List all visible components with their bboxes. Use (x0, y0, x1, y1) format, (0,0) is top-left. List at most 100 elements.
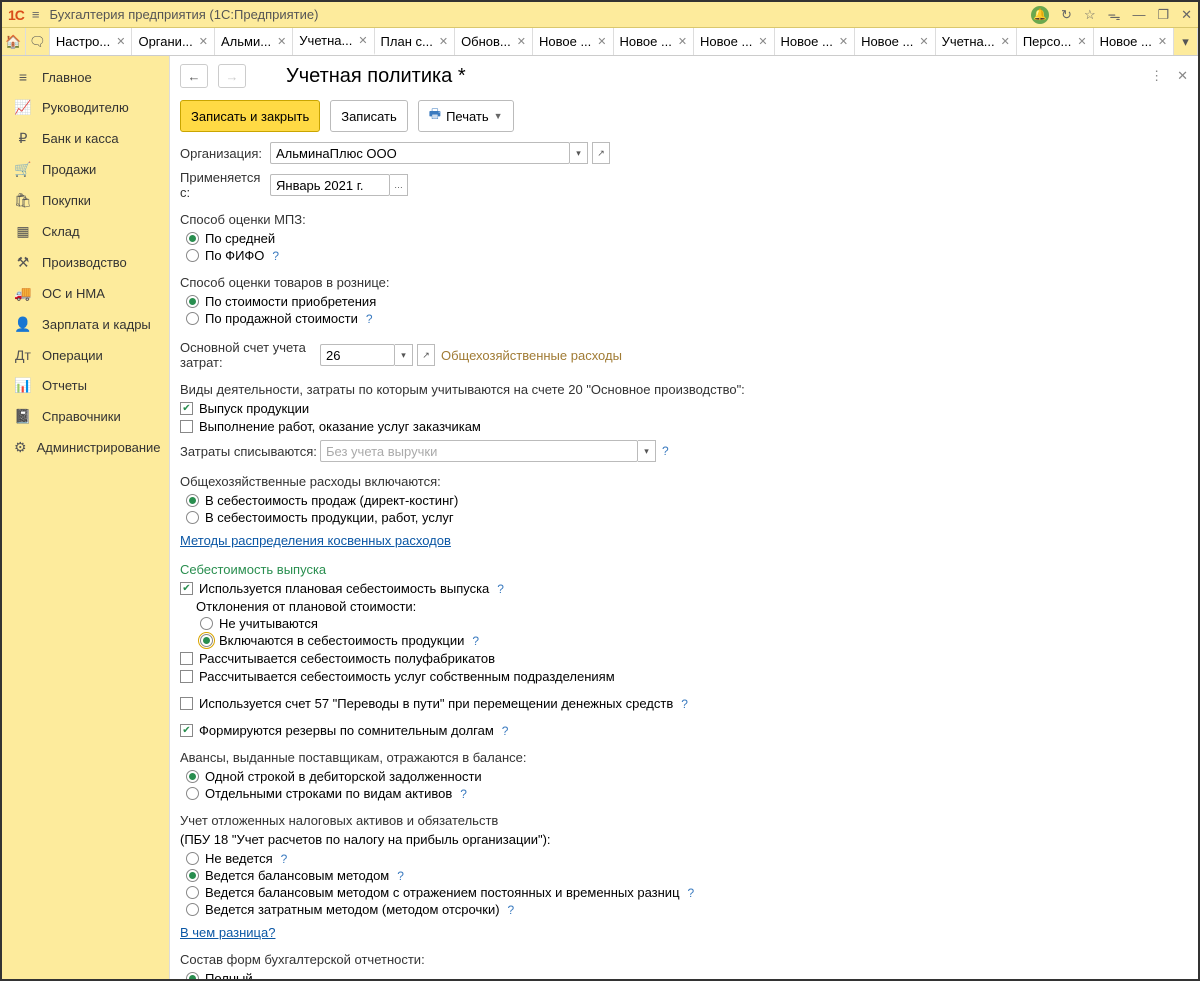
tab-6[interactable]: Новое ...✕ (533, 28, 614, 55)
sidebar-item-7[interactable]: 🚚ОС и НМА (2, 278, 169, 309)
help-icon[interactable]: ? (681, 697, 688, 711)
pbu-baldiff-radio[interactable] (186, 886, 199, 899)
more-icon[interactable]: ⋮ (1150, 68, 1163, 84)
account-input[interactable] (320, 344, 395, 366)
tab-close-icon[interactable]: ✕ (597, 35, 606, 48)
sidebar-item-8[interactable]: 👤Зарплата и кадры (2, 309, 169, 340)
tab-2[interactable]: Альми...✕ (215, 28, 293, 55)
writeoff-dropdown-button[interactable]: ▾ (638, 440, 656, 462)
print-button[interactable]: 🖶Печать▼ (418, 100, 514, 132)
tab-7[interactable]: Новое ...✕ (614, 28, 695, 55)
sidebar-item-2[interactable]: ₽Банк и касса (2, 123, 169, 154)
dev-none-radio[interactable] (200, 617, 213, 630)
organization-input[interactable] (270, 142, 570, 164)
tab-13[interactable]: Новое ...✕ (1094, 28, 1175, 55)
mpz-avg-radio[interactable] (186, 232, 199, 245)
activity-serv-checkbox[interactable] (180, 420, 193, 433)
help-icon[interactable]: ? (397, 869, 404, 883)
forms-full-radio[interactable] (186, 972, 199, 979)
tab-close-icon[interactable]: ✕ (199, 35, 208, 48)
more-tabs[interactable]: ▾ (1174, 28, 1198, 55)
help-icon[interactable]: ? (281, 852, 288, 866)
save-button[interactable]: Записать (330, 100, 408, 132)
close-page-icon[interactable]: ✕ (1177, 68, 1188, 84)
org-open-button[interactable]: ↗ (592, 142, 610, 164)
tab-close-icon[interactable]: ✕ (439, 35, 448, 48)
help-icon[interactable]: ? (662, 444, 669, 458)
tab-close-icon[interactable]: ✕ (116, 35, 125, 48)
star-icon[interactable]: ☆ (1084, 7, 1096, 23)
pbu-cost-radio[interactable] (186, 903, 199, 916)
minimize-icon[interactable]: — (1132, 7, 1145, 22)
tab-close-icon[interactable]: ✕ (1077, 35, 1086, 48)
favorites-tab[interactable]: 🗨 (26, 28, 50, 55)
tab-3[interactable]: Учетна...✕ (293, 28, 374, 55)
dev-incl-radio[interactable] (200, 634, 213, 647)
cost-planned-checkbox[interactable] (180, 582, 193, 595)
sidebar-item-3[interactable]: 🛒Продажи (2, 154, 169, 185)
tab-close-icon[interactable]: ✕ (839, 35, 848, 48)
writeoff-input[interactable] (320, 440, 638, 462)
sidebar-item-12[interactable]: ⚙Администрирование (2, 432, 169, 463)
tab-11[interactable]: Учетна...✕ (936, 28, 1017, 55)
methods-link[interactable]: Методы распределения косвенных расходов (180, 533, 451, 548)
acc57-checkbox[interactable] (180, 697, 193, 710)
help-icon[interactable]: ? (272, 249, 279, 263)
menu-icon[interactable]: ≡ (32, 7, 40, 22)
ohr-direct-radio[interactable] (186, 494, 199, 507)
tab-4[interactable]: План с...✕ (375, 28, 456, 55)
tab-10[interactable]: Новое ...✕ (855, 28, 936, 55)
back-button[interactable]: ← (180, 64, 208, 88)
tab-close-icon[interactable]: ✕ (1158, 35, 1167, 48)
tab-12[interactable]: Персо...✕ (1017, 28, 1094, 55)
help-icon[interactable]: ? (502, 724, 509, 738)
tab-close-icon[interactable]: ✕ (758, 35, 767, 48)
options-icon[interactable]: ᯓ (1108, 6, 1121, 24)
sidebar-item-0[interactable]: ≡Главное (2, 62, 169, 92)
account-open-button[interactable]: ↗ (417, 344, 435, 366)
sidebar-item-4[interactable]: 🛍Покупки (2, 185, 169, 216)
cost-own-checkbox[interactable] (180, 670, 193, 683)
mpz-fifo-radio[interactable] (186, 249, 199, 262)
tab-close-icon[interactable]: ✕ (277, 35, 286, 48)
retail-cost-radio[interactable] (186, 295, 199, 308)
date-picker-button[interactable]: … (390, 174, 408, 196)
pbu-none-radio[interactable] (186, 852, 199, 865)
org-dropdown-button[interactable]: ▾ (570, 142, 588, 164)
account-dropdown-button[interactable]: ▾ (395, 344, 413, 366)
close-icon[interactable]: ✕ (1181, 7, 1192, 23)
date-input[interactable] (270, 174, 390, 196)
sidebar-item-6[interactable]: ⚒Производство (2, 247, 169, 278)
tab-close-icon[interactable]: ✕ (678, 35, 687, 48)
tab-close-icon[interactable]: ✕ (358, 34, 367, 47)
tab-close-icon[interactable]: ✕ (1001, 35, 1010, 48)
tab-1[interactable]: Органи...✕ (132, 28, 215, 55)
ohr-full-radio[interactable] (186, 511, 199, 524)
sidebar-item-11[interactable]: 📓Справочники (2, 401, 169, 432)
retail-sale-radio[interactable] (186, 312, 199, 325)
sidebar-item-9[interactable]: ДтОперации (2, 340, 169, 370)
help-icon[interactable]: ? (460, 787, 467, 801)
help-icon[interactable]: ? (472, 634, 479, 648)
history-icon[interactable]: ↻ (1061, 7, 1072, 23)
tab-close-icon[interactable]: ✕ (919, 35, 928, 48)
pbu-bal-radio[interactable] (186, 869, 199, 882)
save-close-button[interactable]: Записать и закрыть (180, 100, 320, 132)
help-icon[interactable]: ? (366, 312, 373, 326)
tab-0[interactable]: Настро...✕ (50, 28, 133, 55)
sidebar-item-5[interactable]: ▦Склад (2, 216, 169, 247)
sidebar-item-1[interactable]: 📈Руководителю (2, 92, 169, 123)
adv-sep-radio[interactable] (186, 787, 199, 800)
tab-8[interactable]: Новое ...✕ (694, 28, 775, 55)
tab-9[interactable]: Новое ...✕ (775, 28, 856, 55)
activity-prod-checkbox[interactable] (180, 402, 193, 415)
help-icon[interactable]: ? (688, 886, 695, 900)
sidebar-item-10[interactable]: 📊Отчеты (2, 370, 169, 401)
tab-close-icon[interactable]: ✕ (517, 35, 526, 48)
forward-button[interactable]: → (218, 64, 246, 88)
diff-link[interactable]: В чем разница? (180, 925, 275, 940)
reserves-checkbox[interactable] (180, 724, 193, 737)
help-icon[interactable]: ? (508, 903, 515, 917)
cost-semi-checkbox[interactable] (180, 652, 193, 665)
help-icon[interactable]: ? (497, 582, 504, 596)
